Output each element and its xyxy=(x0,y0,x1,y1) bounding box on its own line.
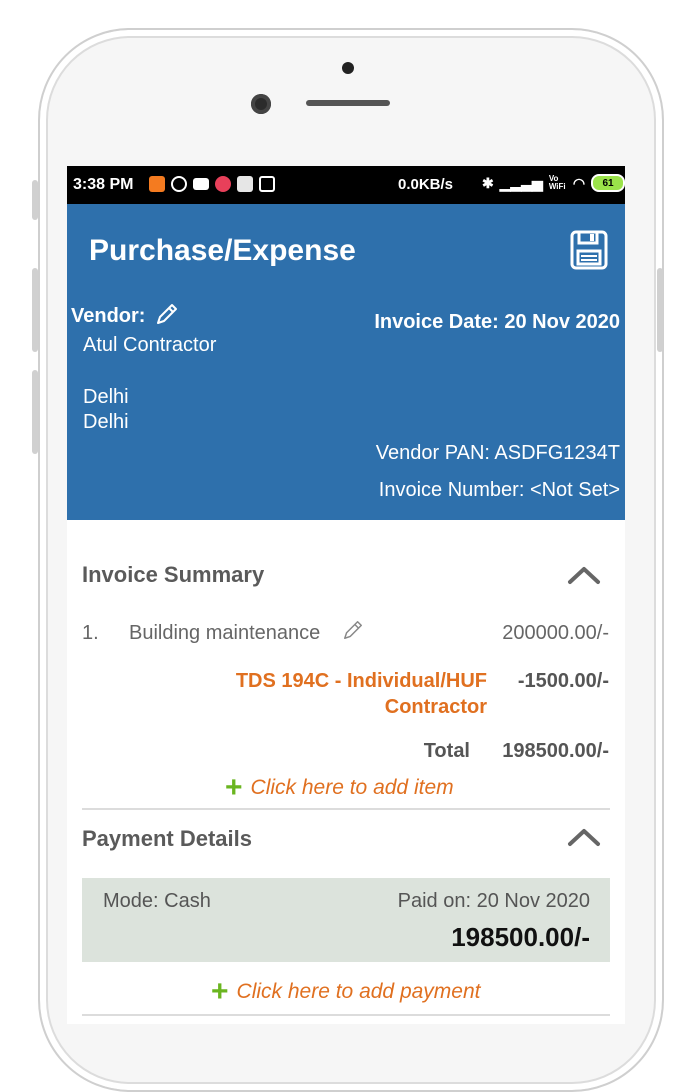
add-item-label: Click here to add item xyxy=(250,776,454,799)
tds-amount: -1500.00/- xyxy=(517,670,609,692)
edit-vendor-pencil-icon[interactable] xyxy=(155,302,179,331)
total-amount: 198500.00/- xyxy=(502,740,609,762)
app-icon xyxy=(237,176,253,192)
invoice-date[interactable]: Invoice Date: 20 Nov 2020 xyxy=(374,311,620,334)
status-time: 3:38 PM xyxy=(73,176,134,193)
wifi-icon: ◠ xyxy=(572,174,586,191)
collapse-payment-details-chevron-up-icon[interactable] xyxy=(567,826,601,853)
payment-date: Paid on: 20 Nov 2020 xyxy=(397,890,590,912)
section-divider xyxy=(82,1014,610,1016)
app-header: Purchase/Expense Vendor: Atul Contractor… xyxy=(67,204,625,520)
power-button xyxy=(657,268,663,352)
battery-icon: 61 xyxy=(591,174,625,192)
paytm-icon xyxy=(193,178,209,190)
payment-mode: Mode: Cash xyxy=(103,890,211,912)
record-icon xyxy=(215,176,231,192)
add-item-link[interactable]: + Click here to add item xyxy=(225,771,454,804)
payment-amount: 198500.00/- xyxy=(451,922,590,952)
item-index: 1. xyxy=(82,622,99,644)
ring-icon xyxy=(171,176,187,192)
edit-item-pencil-icon[interactable] xyxy=(342,619,364,646)
signal-icon: ▁▂▃▅ xyxy=(499,174,543,191)
tds-label[interactable]: TDS 194C - Individual/HUF Contractor xyxy=(187,668,487,720)
vendor-city: Delhi xyxy=(83,386,129,408)
front-camera-icon xyxy=(251,94,271,114)
save-icon[interactable] xyxy=(570,230,608,275)
earpiece-speaker xyxy=(306,100,390,106)
network-speed: 0.0KB/s xyxy=(398,176,454,193)
vendor-label: Vendor: xyxy=(71,305,146,327)
volume-button xyxy=(32,180,38,220)
app-screen: 3:38 PM 0.0KB/s ✱ ▁▂▃▅ Vo WiFi ◠ 61 ⚡ Pu… xyxy=(67,166,625,1024)
payment-row[interactable]: Mode: Cash Paid on: 20 Nov 2020 198500.0… xyxy=(82,878,610,962)
volume-up-button xyxy=(32,268,38,352)
mi-icon xyxy=(149,176,165,192)
vendor-pan: Vendor PAN: ASDFG1234T xyxy=(375,442,620,464)
invoice-number[interactable]: Invoice Number: <Not Set> xyxy=(379,479,620,502)
section-divider xyxy=(82,808,610,810)
plus-icon: + xyxy=(211,975,229,1008)
add-payment-link[interactable]: + Click here to add payment xyxy=(211,975,481,1008)
vendor-state: Delhi xyxy=(83,411,129,433)
status-bar: 3:38 PM 0.0KB/s ✱ ▁▂▃▅ Vo WiFi ◠ 61 ⚡ xyxy=(67,166,625,204)
plus-icon: + xyxy=(225,771,243,804)
add-payment-label: Click here to add payment xyxy=(236,980,481,1003)
proximity-sensor xyxy=(342,62,354,74)
page-title: Purchase/Expense xyxy=(89,234,356,267)
payment-details-title: Payment Details xyxy=(82,826,252,851)
item-name[interactable]: Building maintenance xyxy=(129,622,320,645)
system-icons: ✱ ▁▂▃▅ Vo WiFi ◠ 61 ⚡ xyxy=(482,174,625,192)
vendor-name: Atul Contractor xyxy=(83,334,217,356)
item-amount: 200000.00/- xyxy=(502,622,609,644)
total-label: Total xyxy=(423,740,470,762)
invoice-summary-title: Invoice Summary xyxy=(82,562,265,587)
calendar-icon xyxy=(259,176,275,192)
vowifi-label: Vo WiFi xyxy=(548,174,566,191)
notification-icons xyxy=(149,176,275,192)
main-content: Invoice Summary 1. Building maintenance … xyxy=(67,520,625,1024)
bluetooth-icon: ✱ xyxy=(482,174,494,191)
collapse-invoice-summary-chevron-up-icon[interactable] xyxy=(567,564,601,591)
volume-down-button xyxy=(32,370,38,454)
